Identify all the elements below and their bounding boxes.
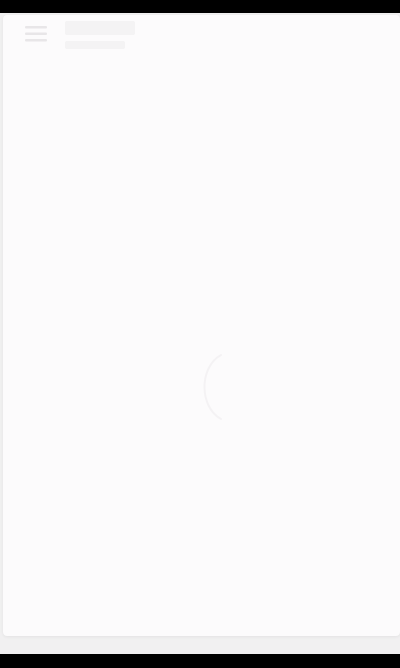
navigation-bar xyxy=(0,654,400,668)
menu-icon[interactable] xyxy=(23,23,49,45)
app-title-placeholder xyxy=(65,21,135,35)
main-card xyxy=(3,15,400,636)
app-screen xyxy=(0,13,400,654)
app-subtitle-placeholder xyxy=(65,41,125,49)
app-header xyxy=(3,15,400,61)
status-bar xyxy=(0,0,400,13)
spinner-icon xyxy=(203,354,222,420)
main-content xyxy=(3,61,400,636)
